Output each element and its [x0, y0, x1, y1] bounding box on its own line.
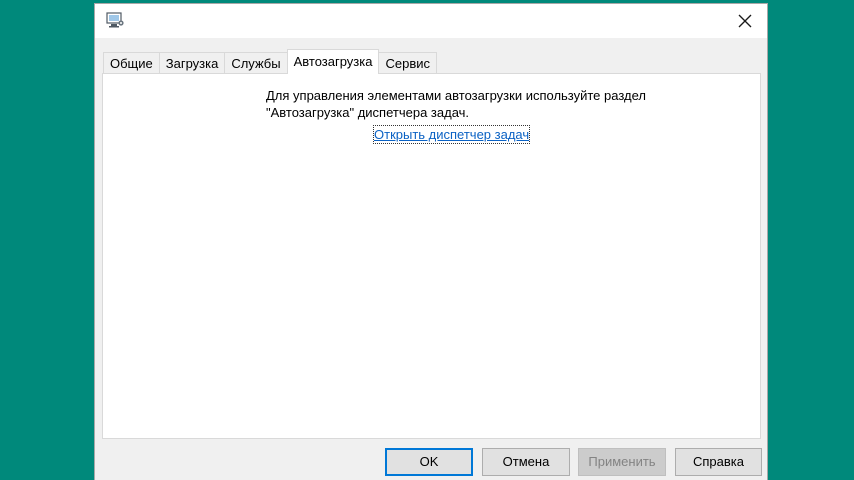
system-configuration-icon	[106, 12, 124, 28]
ok-button[interactable]: OK	[385, 448, 473, 476]
help-button[interactable]: Справка	[675, 448, 762, 476]
apply-button[interactable]: Применить	[578, 448, 666, 476]
open-task-manager-link[interactable]: Открыть диспетчер задач	[372, 125, 531, 144]
startup-tab-panel: Для управления элементами автозагрузки и…	[102, 73, 761, 439]
tab-boot[interactable]: Загрузка	[158, 52, 226, 74]
tab-strip: Общие Загрузка Службы Автозагрузка Серви…	[103, 49, 437, 74]
close-button[interactable]	[723, 4, 767, 38]
system-configuration-window: Общие Загрузка Службы Автозагрузка Серви…	[94, 3, 768, 480]
close-icon	[738, 14, 752, 28]
tab-services[interactable]: Службы	[224, 52, 288, 74]
tab-startup[interactable]: Автозагрузка	[286, 49, 380, 74]
tab-tools[interactable]: Сервис	[378, 52, 437, 74]
title-bar	[95, 4, 767, 38]
startup-info-text: Для управления элементами автозагрузки и…	[266, 88, 646, 120]
cancel-button[interactable]: Отмена	[482, 448, 570, 476]
tab-general[interactable]: Общие	[103, 52, 160, 74]
dialog-buttons: OK Отмена Применить Справка	[95, 448, 767, 478]
